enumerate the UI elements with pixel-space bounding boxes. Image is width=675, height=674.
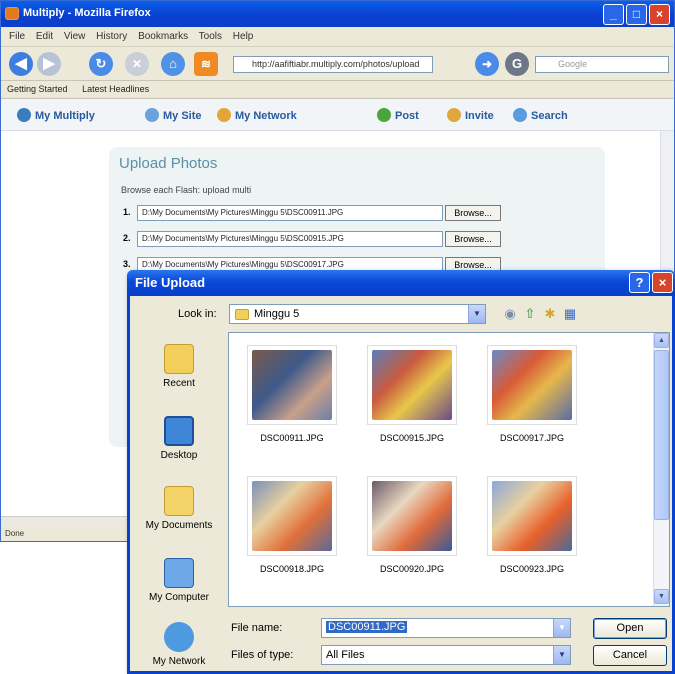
help-button[interactable]: ?: [629, 272, 650, 293]
file-thumbnail[interactable]: DSC00918.JPG: [247, 476, 337, 574]
place-my-documents[interactable]: My Documents: [138, 482, 220, 548]
site-navigation: My Multiply My Site My Network Post Invi…: [1, 99, 674, 131]
nav-post[interactable]: Post: [377, 108, 419, 122]
multiply-icon: [17, 108, 31, 122]
desktop-icon: [164, 416, 194, 446]
site-icon: [145, 108, 159, 122]
browse-button[interactable]: Browse...: [445, 205, 501, 221]
photo-icon: [252, 481, 332, 551]
photo-icon: [492, 350, 572, 420]
nav-my-network[interactable]: My Network: [217, 108, 297, 122]
screen: Multiply - Mozilla Firefox _ □ × File Ed…: [0, 0, 675, 674]
upload-mode-radios[interactable]: Browse each Flash: upload multi: [121, 185, 251, 195]
bookmarks-toolbar: Getting Started Latest Headlines: [1, 81, 674, 99]
go-icon[interactable]: ➜: [475, 52, 499, 76]
cancel-button[interactable]: Cancel: [593, 645, 667, 666]
invite-icon: [447, 108, 461, 122]
places-bar: Recent Desktop My Documents My Computer …: [138, 332, 220, 667]
stop-icon[interactable]: ✕: [125, 52, 149, 76]
home-icon[interactable]: ⌂: [161, 52, 185, 76]
back-icon[interactable]: ◀: [9, 52, 33, 76]
back-folder-icon[interactable]: ◉: [502, 306, 518, 322]
photo-icon: [252, 350, 332, 420]
view-menu-icon[interactable]: ▦: [562, 306, 578, 322]
dialog-close-button[interactable]: ×: [652, 272, 673, 293]
google-icon[interactable]: G: [505, 52, 529, 76]
recent-folder-icon: [164, 344, 194, 374]
chevron-down-icon[interactable]: ▼: [553, 619, 570, 637]
nav-my-site[interactable]: My Site: [145, 108, 202, 122]
file-type-label: Files of type:: [231, 649, 294, 661]
documents-folder-icon: [164, 486, 194, 516]
file-thumbnail[interactable]: DSC00915.JPG: [367, 345, 457, 443]
look-in-dropdown[interactable]: Minggu 5 ▼: [229, 304, 486, 324]
scroll-thumb[interactable]: [654, 350, 669, 520]
nav-search[interactable]: Search: [513, 108, 568, 122]
network-globe-icon: [164, 622, 194, 652]
close-button[interactable]: ×: [649, 4, 670, 25]
place-my-computer[interactable]: My Computer: [138, 554, 220, 620]
file-type-dropdown[interactable]: All Files ▼: [321, 645, 571, 665]
browser-title-bar: Multiply - Mozilla Firefox _ □ ×: [1, 1, 674, 27]
place-my-network[interactable]: My Network: [138, 618, 220, 674]
photo-icon: [492, 481, 572, 551]
new-folder-icon[interactable]: ✱: [542, 306, 558, 322]
file-name-label: File name:: [231, 622, 283, 634]
file-path-input[interactable]: D:\My Documents\My Pictures\Minggu 5\DSC…: [137, 205, 443, 221]
bookmark-getting-started[interactable]: Getting Started: [7, 84, 68, 94]
place-recent[interactable]: Recent: [138, 340, 220, 406]
scroll-down-icon[interactable]: ▼: [654, 589, 669, 604]
search-field[interactable]: Google: [535, 56, 669, 73]
dialog-title-bar: File Upload ? ×: [127, 270, 675, 296]
maximize-button[interactable]: □: [626, 4, 647, 25]
forward-icon[interactable]: ▶: [37, 52, 61, 76]
place-desktop[interactable]: Desktop: [138, 412, 220, 478]
file-thumbnail[interactable]: DSC00920.JPG: [367, 476, 457, 574]
search-icon: [513, 108, 527, 122]
file-list-scrollbar[interactable]: ▲ ▼: [653, 333, 669, 606]
nav-invite[interactable]: Invite: [447, 108, 494, 122]
dialog-title: File Upload: [135, 275, 206, 290]
nav-my-multiply[interactable]: My Multiply: [17, 108, 95, 122]
browser-title: Multiply - Mozilla Firefox: [23, 7, 151, 19]
page-title: Upload Photos: [119, 155, 218, 172]
network-icon: [217, 108, 231, 122]
bookmark-latest-headlines[interactable]: Latest Headlines: [82, 84, 149, 94]
firefox-icon: [5, 7, 19, 20]
minimize-button[interactable]: _: [603, 4, 624, 25]
scroll-up-icon[interactable]: ▲: [654, 333, 669, 348]
open-button[interactable]: Open: [593, 618, 667, 639]
post-icon: [377, 108, 391, 122]
file-thumbnail[interactable]: DSC00917.JPG: [487, 345, 577, 443]
file-path-input[interactable]: D:\My Documents\My Pictures\Minggu 5\DSC…: [137, 231, 443, 247]
browse-button[interactable]: Browse...: [445, 231, 501, 247]
look-in-label: Look in:: [178, 308, 217, 320]
file-list[interactable]: DSC00911.JPG DSC00915.JPG DSC00917.JPG D…: [228, 332, 670, 607]
folder-icon: [235, 309, 249, 320]
url-field[interactable]: http://aafiftiabr.multiply.com/photos/up…: [233, 56, 433, 73]
feed-icon[interactable]: ≋: [194, 52, 218, 76]
photo-icon: [372, 350, 452, 420]
file-name-field[interactable]: DSC00911.JPG ▼: [321, 618, 571, 638]
reload-icon[interactable]: ↻: [89, 52, 113, 76]
file-upload-dialog: File Upload ? × Look in: Minggu 5 ▼ ◉ ⇧ …: [127, 270, 675, 674]
computer-icon: [164, 558, 194, 588]
chevron-down-icon[interactable]: ▼: [553, 646, 570, 664]
file-thumbnail[interactable]: DSC00911.JPG: [247, 345, 337, 443]
menu-bar[interactable]: File Edit View History Bookmarks Tools H…: [1, 27, 674, 47]
chevron-down-icon[interactable]: ▼: [468, 305, 485, 323]
up-folder-icon[interactable]: ⇧: [522, 306, 538, 322]
file-thumbnail[interactable]: DSC00923.JPG: [487, 476, 577, 574]
photo-icon: [372, 481, 452, 551]
navigation-toolbar: ◀ ▶ ↻ ✕ ⌂ ≋ http://aafiftiabr.multiply.c…: [1, 47, 674, 81]
